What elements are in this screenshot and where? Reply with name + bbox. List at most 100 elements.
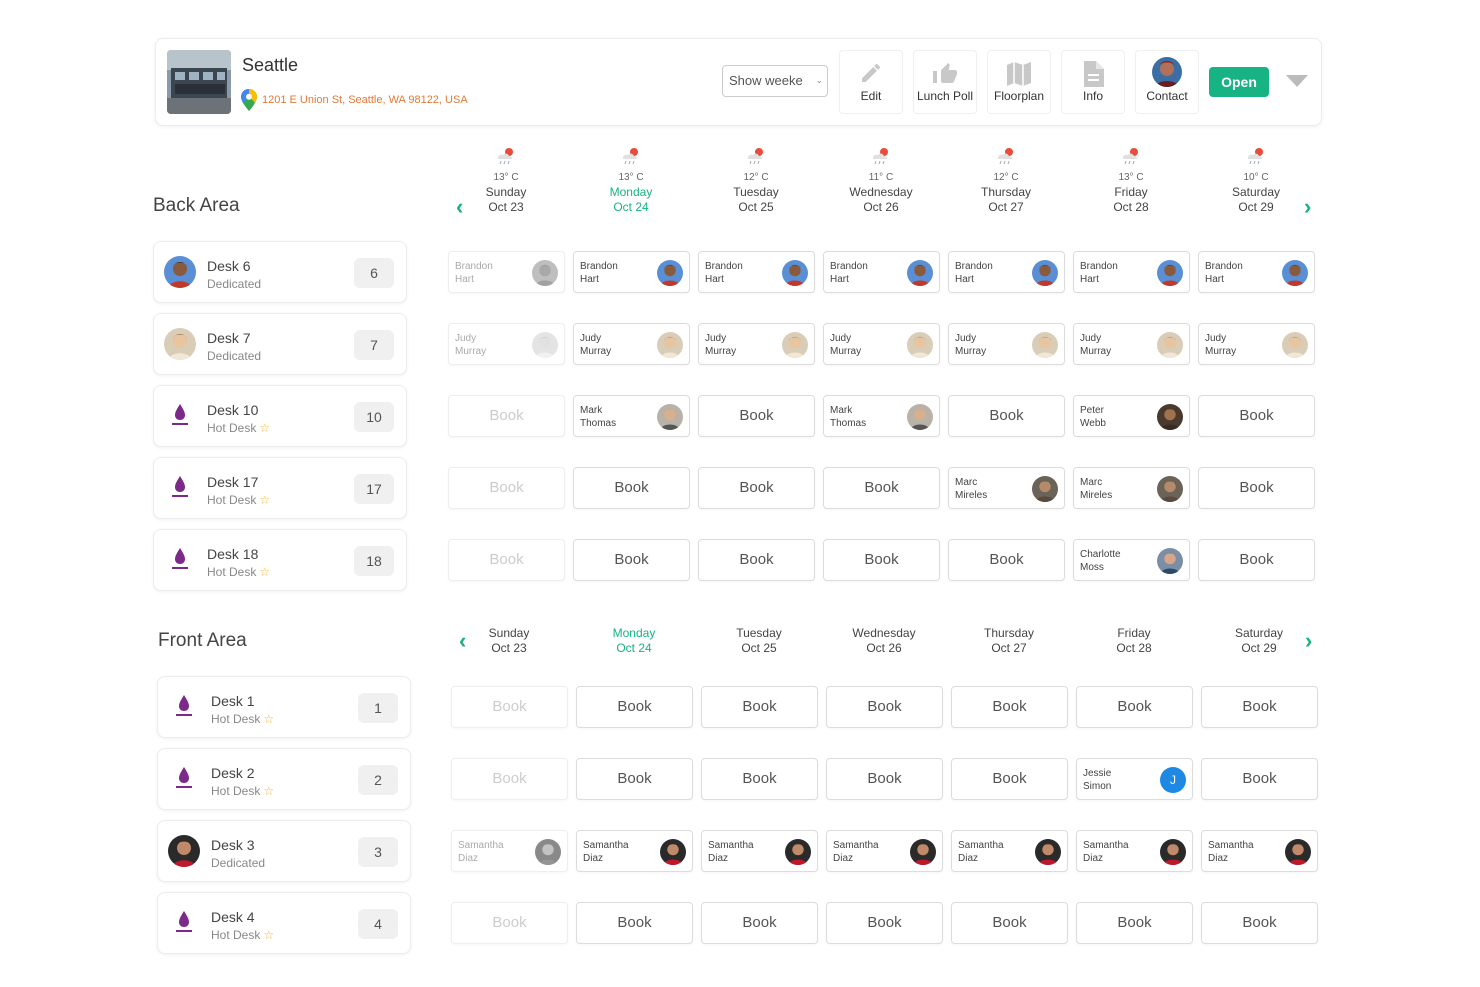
booked-user-name: Judy Murray (455, 333, 487, 357)
book-button[interactable]: Book (826, 686, 943, 728)
book-button[interactable]: Book (951, 902, 1068, 944)
book-button[interactable]: Book (448, 467, 565, 509)
booking-cell[interactable]: Mark Thomas (823, 395, 940, 437)
book-button[interactable]: Book (576, 686, 693, 728)
booking-cell[interactable]: Brandon Hart (1198, 251, 1315, 293)
booking-cell[interactable]: Marc Mireles (1073, 467, 1190, 509)
booked-user-avatar (1160, 839, 1186, 865)
booking-cell[interactable]: Judy Murray (448, 323, 565, 365)
contact-button[interactable]: Contact (1135, 50, 1199, 114)
book-button[interactable]: Book (576, 902, 693, 944)
day-header-monday: Monday Oct 24 (579, 626, 689, 656)
book-button[interactable]: Book (698, 395, 815, 437)
booking-cell[interactable]: Brandon Hart (948, 251, 1065, 293)
booking-cell[interactable]: Samantha Diaz (701, 830, 818, 872)
booking-cell[interactable]: Judy Murray (1198, 323, 1315, 365)
book-button[interactable]: Book (1076, 686, 1193, 728)
desk-card-1[interactable]: Desk 1 Hot Desk ☆ 1 (157, 676, 411, 738)
desk-card-18[interactable]: Desk 18 Hot Desk ☆ 18 (153, 529, 407, 591)
book-button[interactable]: Book (951, 758, 1068, 800)
booking-cell[interactable]: Judy Murray (1073, 323, 1190, 365)
desk-card-4[interactable]: Desk 4 Hot Desk ☆ 4 (157, 892, 411, 954)
location-address[interactable]: 1201 E Union St, Seattle, WA 98122, USA (262, 94, 468, 106)
booking-cell[interactable]: Brandon Hart (573, 251, 690, 293)
desk-card-10[interactable]: Desk 10 Hot Desk ☆ 10 (153, 385, 407, 447)
booking-cell[interactable]: Samantha Diaz (951, 830, 1068, 872)
book-button[interactable]: Book (573, 467, 690, 509)
star-icon[interactable]: ☆ (263, 784, 274, 798)
week-view-select[interactable]: Show weeke ⌄ (722, 65, 828, 97)
booking-cell[interactable]: Charlotte Moss (1073, 539, 1190, 581)
weather-icon (870, 146, 892, 166)
desk-card-7[interactable]: Desk 7 Dedicated 7 (153, 313, 407, 375)
star-icon[interactable]: ☆ (263, 928, 274, 942)
caret-down-icon[interactable] (1286, 75, 1308, 87)
booking-cell[interactable]: Samantha Diaz (1201, 830, 1318, 872)
book-button[interactable]: Book (451, 902, 568, 944)
open-button[interactable]: Open (1209, 67, 1269, 97)
booked-user-name: Brandon Hart (580, 261, 618, 285)
booking-cell[interactable]: Samantha Diaz (451, 830, 568, 872)
book-button[interactable]: Book (448, 395, 565, 437)
desk-card-3[interactable]: Desk 3 Dedicated 3 (157, 820, 411, 882)
booking-cell[interactable]: Marc Mireles (948, 467, 1065, 509)
info-button[interactable]: Info (1061, 50, 1125, 114)
booked-user-avatar (1282, 260, 1308, 286)
book-button[interactable]: Book (701, 902, 818, 944)
book-button[interactable]: Book (823, 539, 940, 581)
booking-cell[interactable]: Samantha Diaz (826, 830, 943, 872)
book-button[interactable]: Book (1076, 902, 1193, 944)
desk-card-6[interactable]: Desk 6 Dedicated 6 (153, 241, 407, 303)
booking-cell[interactable]: Judy Murray (573, 323, 690, 365)
book-button[interactable]: Book (1198, 395, 1315, 437)
book-button[interactable]: Book (698, 539, 815, 581)
book-button[interactable]: Book (951, 686, 1068, 728)
booking-cell[interactable]: Judy Murray (698, 323, 815, 365)
booking-cell[interactable]: Brandon Hart (1073, 251, 1190, 293)
book-button[interactable]: Book (701, 758, 818, 800)
book-button[interactable]: Book (448, 539, 565, 581)
book-button[interactable]: Book (1198, 467, 1315, 509)
booking-cell[interactable]: Samantha Diaz (576, 830, 693, 872)
edit-button[interactable]: Edit (839, 50, 903, 114)
booking-cell[interactable]: Judy Murray (948, 323, 1065, 365)
book-button[interactable]: Book (573, 539, 690, 581)
booked-user-name: Samantha Diaz (1208, 840, 1254, 864)
book-button[interactable]: Book (948, 395, 1065, 437)
star-icon[interactable]: ☆ (259, 565, 270, 579)
booking-cell[interactable]: Peter Webb (1073, 395, 1190, 437)
book-button[interactable]: Book (823, 467, 940, 509)
book-button[interactable]: Book (451, 758, 568, 800)
booking-cell[interactable]: Brandon Hart (698, 251, 815, 293)
floorplan-button[interactable]: Floorplan (987, 50, 1051, 114)
desk-name: Desk 3 (211, 837, 255, 853)
book-button[interactable]: Book (1201, 686, 1318, 728)
booking-cell[interactable]: Mark Thomas (573, 395, 690, 437)
booked-user-avatar: J (1160, 767, 1186, 793)
star-icon[interactable]: ☆ (259, 421, 270, 435)
book-button[interactable]: Book (826, 758, 943, 800)
day-name: Friday (1114, 185, 1148, 199)
booking-cell[interactable]: Jessie Simon J (1076, 758, 1193, 800)
book-button[interactable]: Book (701, 686, 818, 728)
booking-cell[interactable]: Brandon Hart (823, 251, 940, 293)
book-button[interactable]: Book (698, 467, 815, 509)
book-button[interactable]: Book (576, 758, 693, 800)
book-button[interactable]: Book (1201, 758, 1318, 800)
book-button[interactable]: Book (826, 902, 943, 944)
day-name: Monday (609, 185, 653, 199)
desk-card-17[interactable]: Desk 17 Hot Desk ☆ 17 (153, 457, 407, 519)
booked-user-name: Samantha Diaz (833, 840, 879, 864)
desk-type: Hot Desk ☆ (207, 493, 271, 507)
star-icon[interactable]: ☆ (263, 712, 274, 726)
desk-card-2[interactable]: Desk 2 Hot Desk ☆ 2 (157, 748, 411, 810)
book-button[interactable]: Book (1201, 902, 1318, 944)
booking-cell[interactable]: Judy Murray (823, 323, 940, 365)
lunch-poll-button[interactable]: Lunch Poll (913, 50, 977, 114)
book-button[interactable]: Book (451, 686, 568, 728)
book-button[interactable]: Book (948, 539, 1065, 581)
booking-cell[interactable]: Samantha Diaz (1076, 830, 1193, 872)
book-button[interactable]: Book (1198, 539, 1315, 581)
booking-cell[interactable]: Brandon Hart (448, 251, 565, 293)
star-icon[interactable]: ☆ (259, 493, 270, 507)
